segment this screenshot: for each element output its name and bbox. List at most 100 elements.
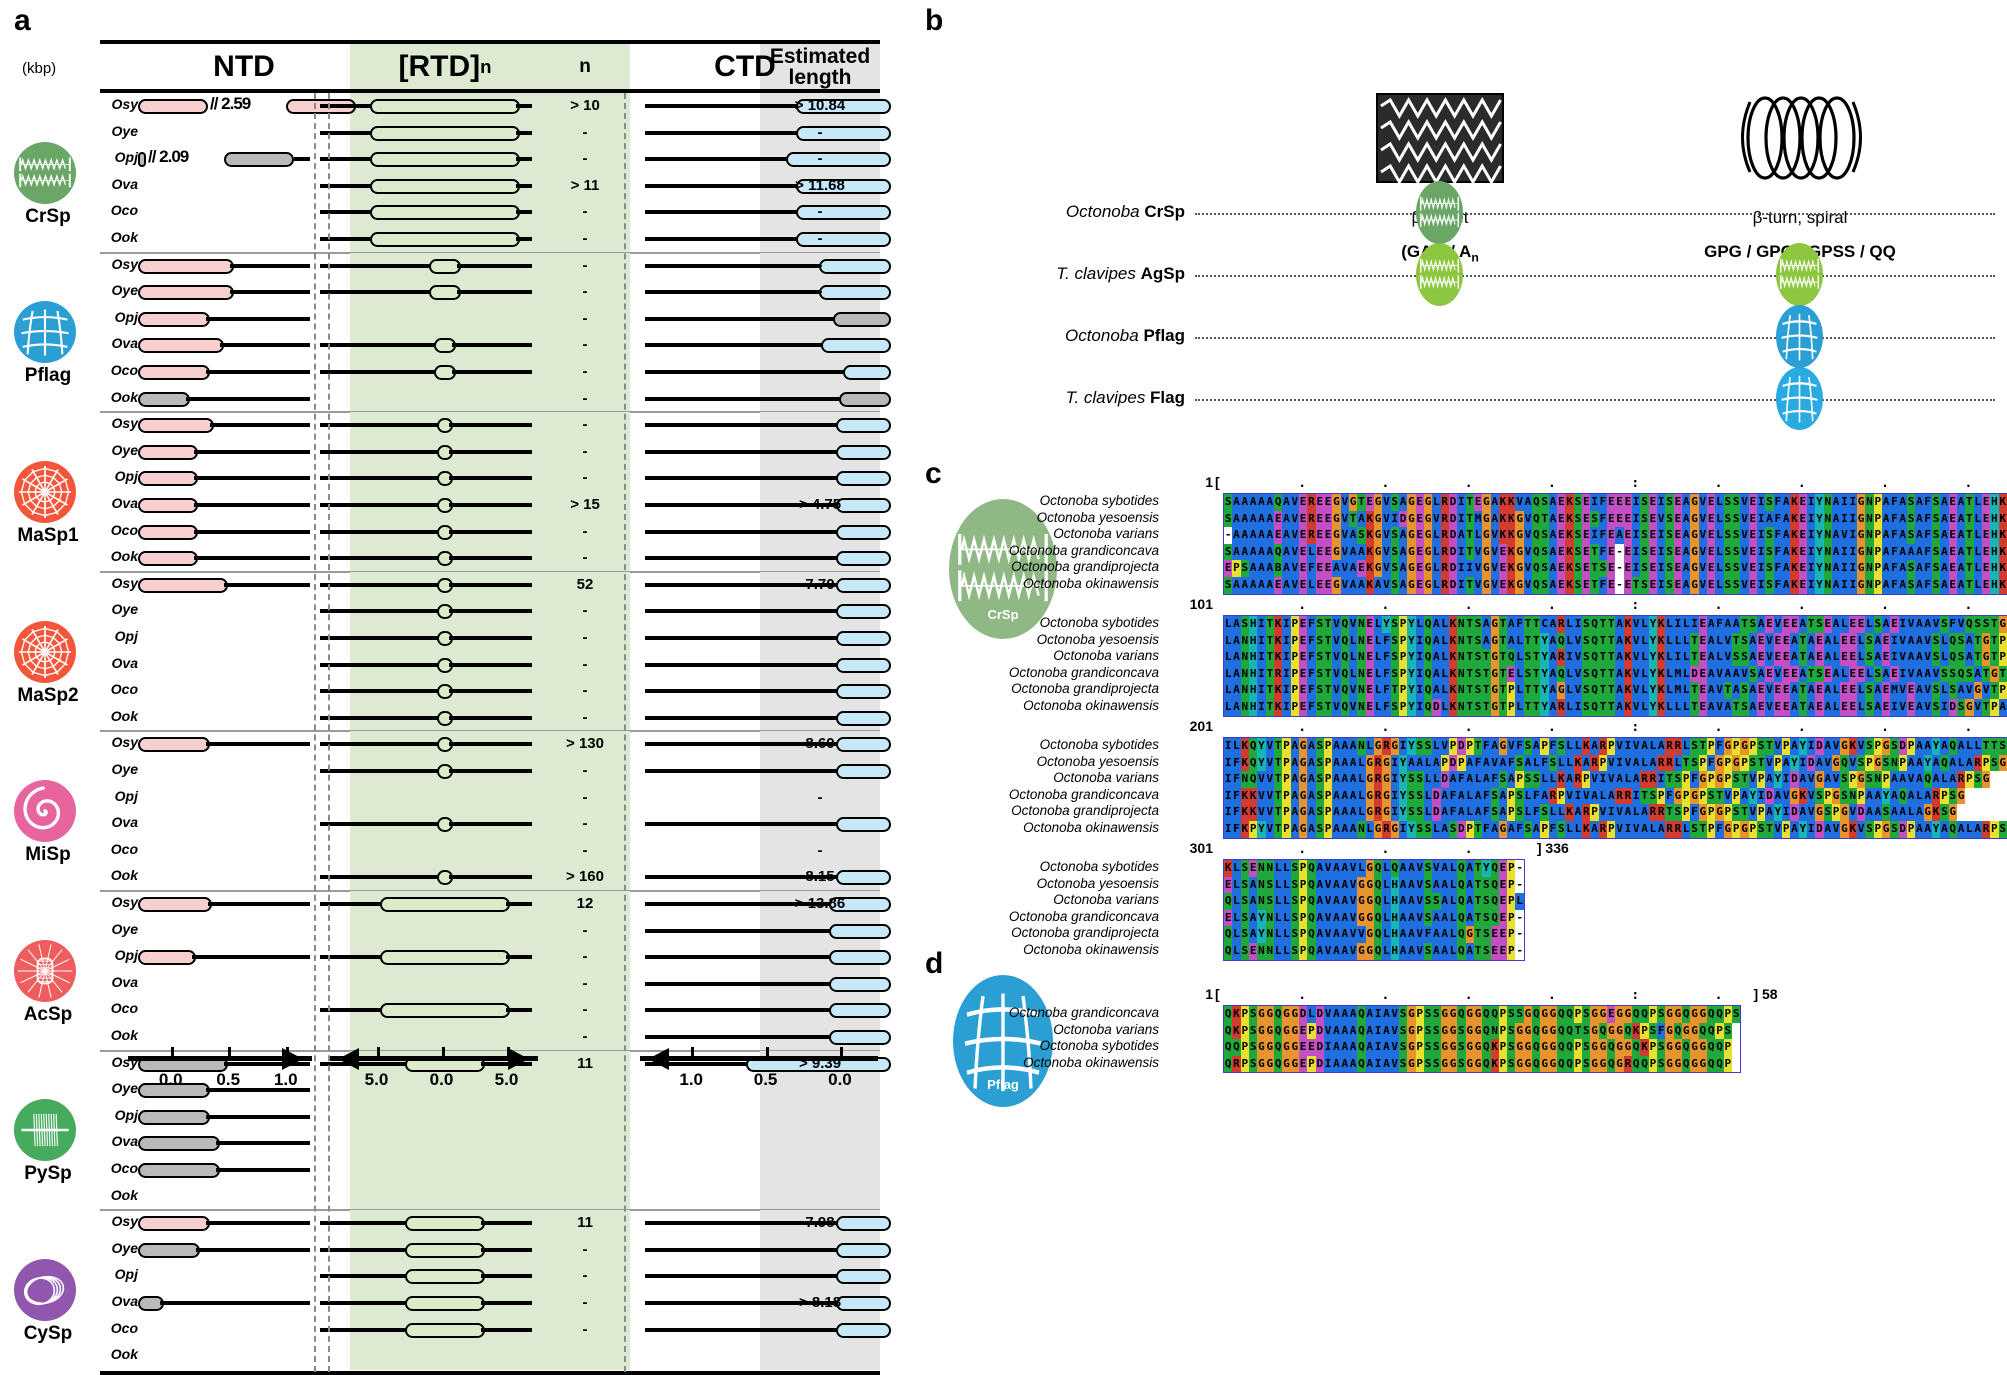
alignment-residue: I: [1391, 771, 1399, 788]
rtd-backbone-right: [452, 343, 532, 347]
alignment-residue: I: [1224, 821, 1232, 838]
alignment-residue: G: [1482, 577, 1490, 594]
alignment-residue: V: [1291, 494, 1299, 511]
alignment-residue: E: [1274, 577, 1282, 594]
alignment-residue: S: [1582, 682, 1590, 699]
alignment-residue: E: [1815, 649, 1823, 666]
repeat-count-value: > 10: [540, 97, 630, 114]
alignment-residue: R: [1374, 804, 1382, 821]
alignment-residue: A: [1291, 755, 1299, 772]
alignment-residue: E: [1707, 560, 1715, 577]
alignment-residue: G: [1407, 1006, 1415, 1023]
alignment-residue: F: [1474, 755, 1482, 772]
alignment-residue: V: [1857, 738, 1865, 755]
alignment-residue: I: [1624, 738, 1632, 755]
alignment-residue: Y: [1815, 511, 1823, 528]
alignment-residue: P: [1874, 560, 1882, 577]
alignment-residue: A: [1824, 821, 1832, 838]
alignment-row: QKPSGGQGGEPDVAAAQAIAVSGPSSGGSGGQNPSGGQGG…: [1224, 1023, 1740, 1040]
alignment-residue: A: [1432, 755, 1440, 772]
alignment-residue: Q: [1565, 1006, 1573, 1023]
alignment-residue: Q: [1607, 1056, 1615, 1073]
alignment-residue: A: [1682, 560, 1690, 577]
alignment-residue: E: [1799, 560, 1807, 577]
alignment-residue: T: [1324, 616, 1332, 633]
alignment-residue: A: [1740, 788, 1748, 805]
table-row: Ova--: [100, 652, 880, 679]
alignment-residue: Q: [1491, 910, 1499, 927]
alignment-row: KLSENNLLSPQAVAAVLGQLQAAVSVALQATYQEP-: [1224, 860, 1524, 877]
alignment-residue: L: [1382, 926, 1390, 943]
alignment-residue: L: [1857, 699, 1865, 716]
alignment-residue: R: [1557, 649, 1565, 666]
alignment-residue: V: [1824, 755, 1832, 772]
alignment-residue: P: [1724, 804, 1732, 821]
alignment-residue: I: [1807, 527, 1815, 544]
alignment-residue: E: [1582, 527, 1590, 544]
alignment-residue: F: [1507, 755, 1515, 772]
alignment-residue: P: [1657, 788, 1665, 805]
header-estimated-line2: length: [789, 67, 852, 88]
rtd-domain: [370, 126, 520, 141]
estimated-length-value: -: [760, 842, 880, 859]
alignment-residue: S: [1974, 771, 1982, 788]
alignment-residue: A: [1824, 699, 1832, 716]
alignment-residue: A: [1799, 616, 1807, 633]
row-species-label: Oye: [98, 442, 138, 458]
alignment-residue: A: [1640, 804, 1648, 821]
alignment-residue: S: [1732, 1006, 1740, 1023]
alignment-residue: L: [1357, 804, 1365, 821]
alignment-residue: T: [1740, 616, 1748, 633]
alignment-residue: I: [1374, 1023, 1382, 1040]
alignment-residue: A: [1249, 527, 1257, 544]
alignment-species-names: Octonoba sybotidesOctonoba yesoensisOcto…: [949, 493, 1159, 593]
alignment-residue: Y: [1649, 633, 1657, 650]
alignment-residue: E: [1790, 666, 1798, 683]
alignment-residue: L: [1640, 616, 1648, 633]
alignment-residue: G: [1449, 1039, 1457, 1056]
alignment-residue: A: [1832, 666, 1840, 683]
ruler-tick: .: [1381, 476, 1389, 491]
alignment-residue: T: [1274, 738, 1282, 755]
alignment-residue: A: [1540, 788, 1548, 805]
alignment-residue: L: [1432, 560, 1440, 577]
alignment-residue: P: [1441, 755, 1449, 772]
alignment-residue: I: [1890, 649, 1898, 666]
alignment-residue: A: [1341, 926, 1349, 943]
alignment-residue: T: [1607, 649, 1615, 666]
alignment-residue: T: [1324, 633, 1332, 650]
ruler-tick: .: [1881, 476, 1889, 491]
alignment-residue: Q: [1357, 1056, 1365, 1073]
alignment-residue: A: [1624, 804, 1632, 821]
alignment-residue: V: [1657, 511, 1665, 528]
alignment-residue: L: [1682, 649, 1690, 666]
alignment-residue: E: [1474, 494, 1482, 511]
alignment-residue: A: [1407, 893, 1415, 910]
alignment-residue: E: [1749, 511, 1757, 528]
species-protein-label-pflag: Octonoba Pflag: [945, 326, 1185, 346]
alignment-residue: A: [1249, 577, 1257, 594]
alignment-start-number: 1: [1169, 474, 1213, 490]
alignment-residue: A: [1332, 738, 1340, 755]
alignment-residue: E: [1624, 544, 1632, 561]
alignment-residue: L: [1224, 699, 1232, 716]
estimated-length-value: > 10.84: [760, 97, 880, 114]
ntd-domain: [138, 897, 212, 912]
alignment-residue: A: [1782, 577, 1790, 594]
alignment-residue: V: [1749, 771, 1757, 788]
alignment-residue: G: [1857, 527, 1865, 544]
alignment-residue: R: [1649, 771, 1657, 788]
alignment-residue: L: [1282, 877, 1290, 894]
alignment-residue: A: [1282, 511, 1290, 528]
alignment-residue: T: [1732, 633, 1740, 650]
alignment-residue: I: [1899, 616, 1907, 633]
alignment-residue: L: [1665, 633, 1673, 650]
alignment-residue: G: [1474, 1039, 1482, 1056]
alignment-residue: L: [1432, 544, 1440, 561]
alignment-residue: A: [1357, 511, 1365, 528]
alignment-residue: A: [1349, 577, 1357, 594]
alignment-residue: R: [1665, 738, 1673, 755]
alignment-residue: A: [1574, 804, 1582, 821]
table-row: Opj--: [100, 1263, 880, 1290]
alignment-species-name: Octonoba sybotides: [949, 859, 1159, 876]
